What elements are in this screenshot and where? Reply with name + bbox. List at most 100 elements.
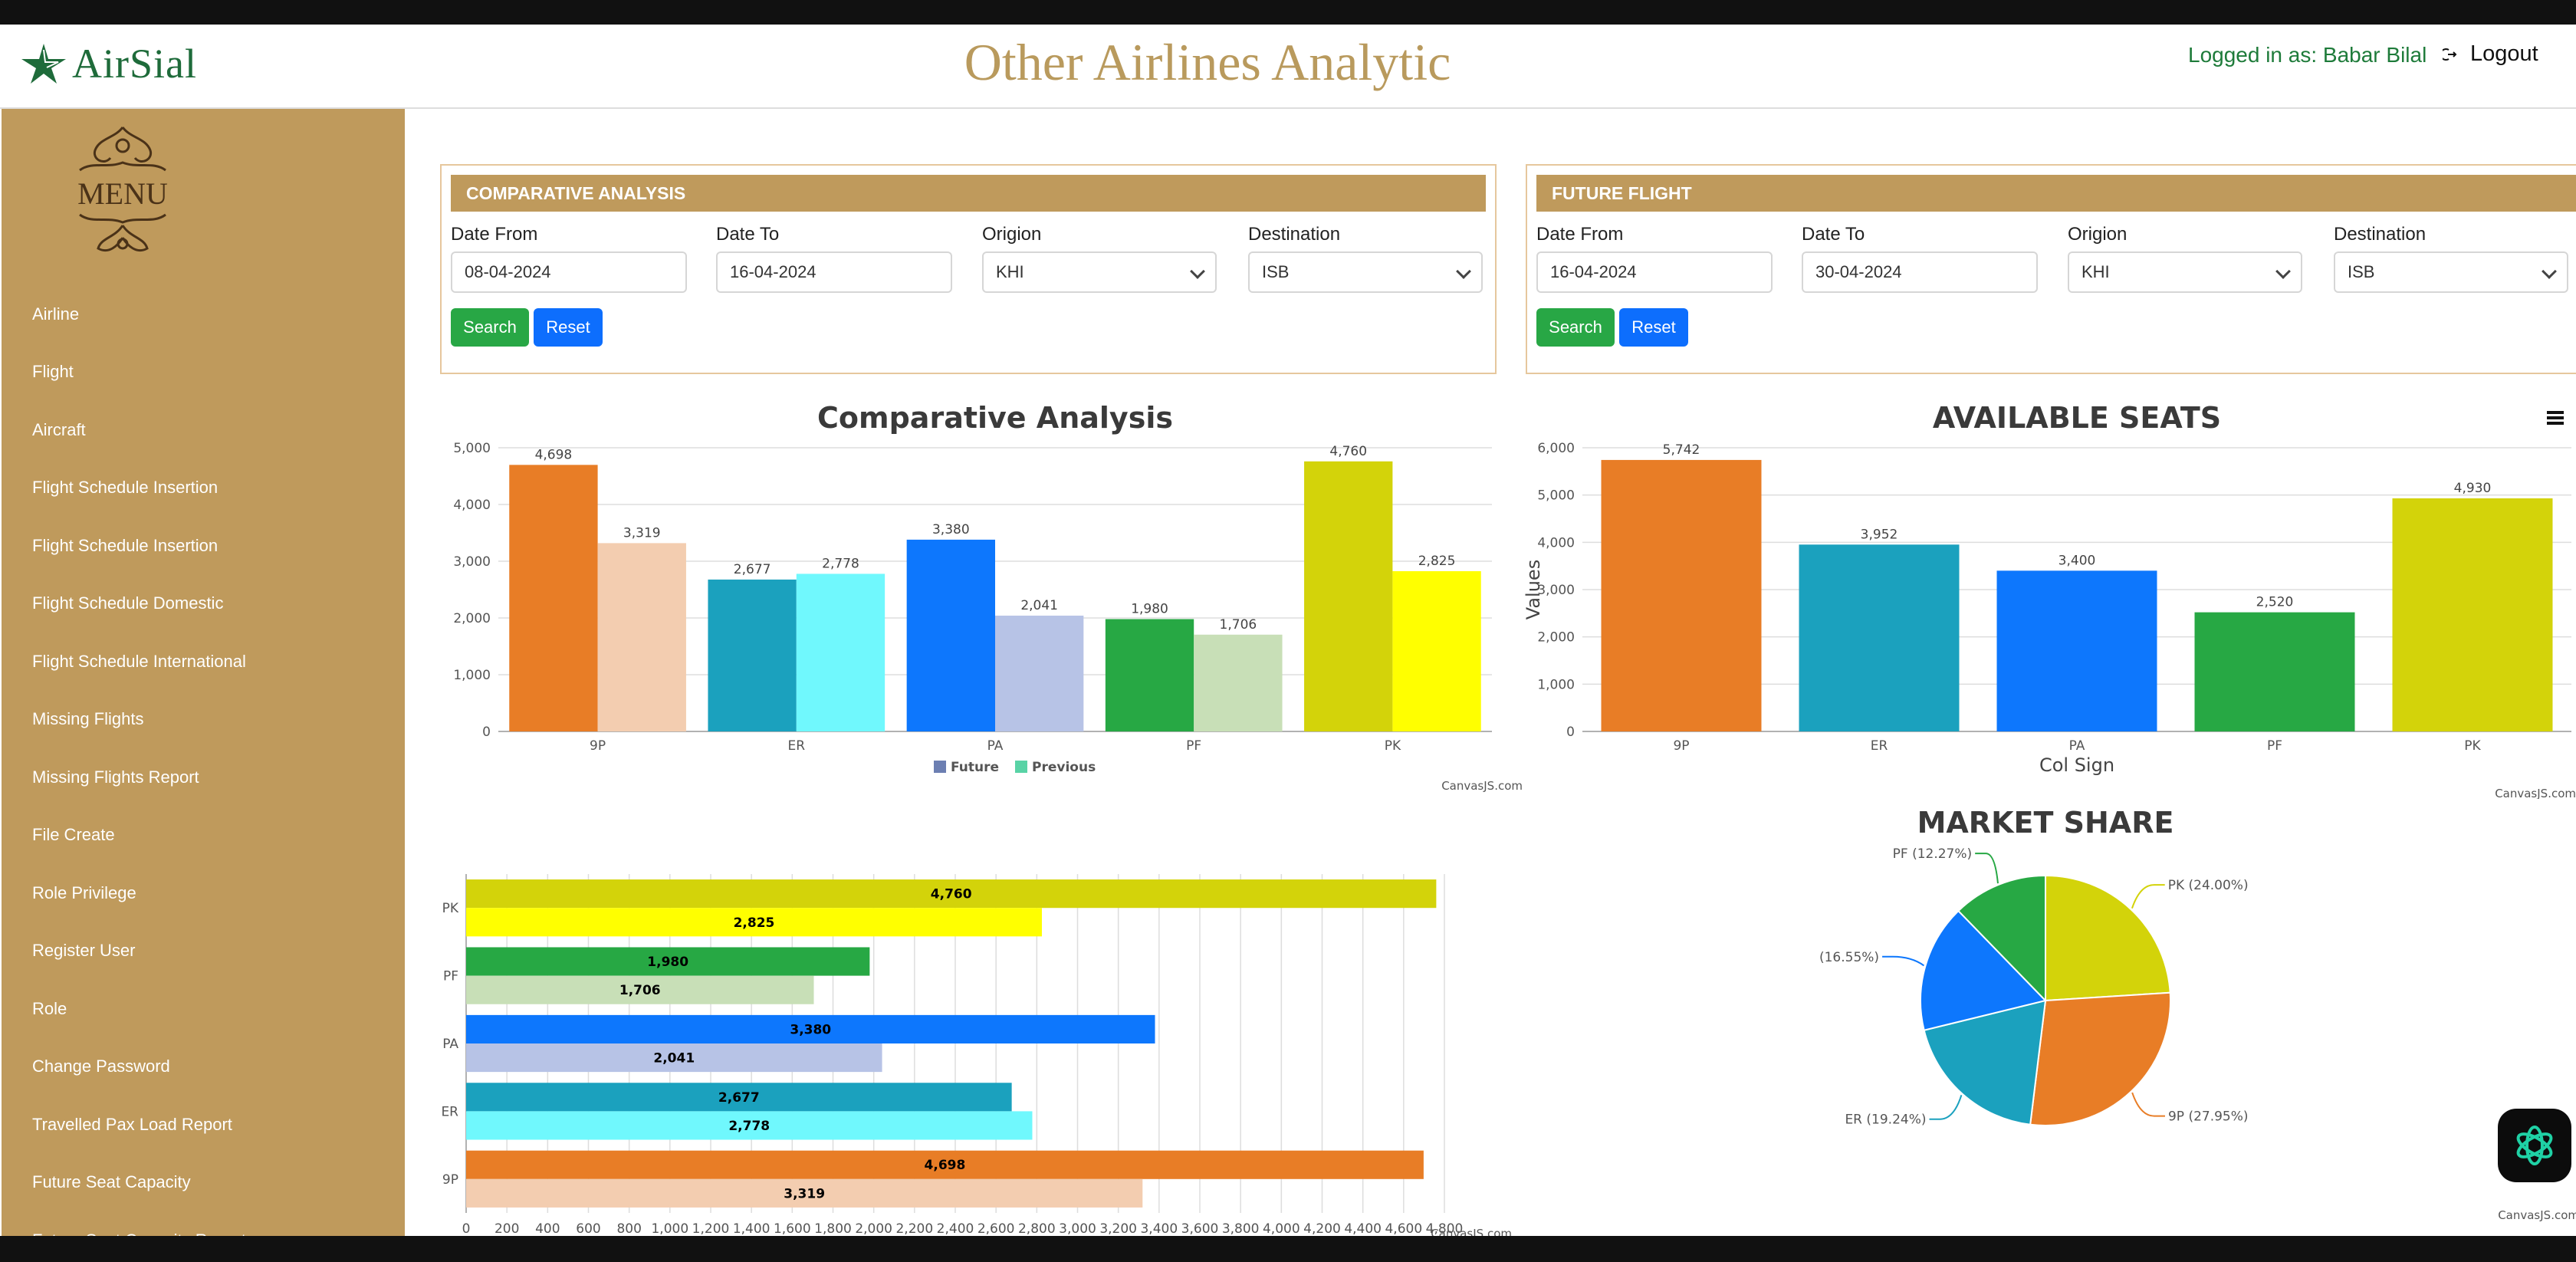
assistant-icon[interactable] bbox=[2498, 1109, 2571, 1182]
x-tick-label: 4,400 bbox=[1344, 1221, 1382, 1236]
data-label: 2,041 bbox=[653, 1051, 695, 1066]
chevron-down-icon bbox=[1190, 264, 1205, 279]
pie-leader-line bbox=[2131, 884, 2165, 909]
sidebar-item[interactable]: Travelled Pax Load Report bbox=[2, 1096, 405, 1154]
reset-button[interactable]: Reset bbox=[1619, 308, 1688, 347]
y-tick-label: PF bbox=[443, 969, 458, 984]
x-tick-label: PF bbox=[1186, 738, 1201, 754]
x-tick-label: 1,400 bbox=[733, 1221, 770, 1236]
data-label: 2,825 bbox=[1418, 554, 1456, 569]
y-tick-label: ER bbox=[441, 1104, 458, 1119]
data-label: 1,706 bbox=[1220, 617, 1257, 633]
x-tick-label: 1,000 bbox=[651, 1221, 688, 1236]
chart-title: MARKET SHARE bbox=[1917, 806, 2174, 840]
y-tick-label: 4,000 bbox=[453, 498, 491, 513]
date-to-input[interactable]: 16-04-2024 bbox=[716, 251, 952, 293]
x-tick-label: 4,200 bbox=[1303, 1221, 1341, 1236]
origin-label: Origion bbox=[982, 224, 1042, 245]
x-tick-label: 2,000 bbox=[855, 1221, 892, 1236]
sidebar-item[interactable]: Flight Schedule Domestic bbox=[2, 575, 405, 633]
data-label: 4,760 bbox=[1329, 444, 1367, 459]
sidebar: MENU Airline Flight Aircraft Flight Schedul… bbox=[2, 109, 405, 1236]
chevron-down-icon bbox=[1456, 264, 1471, 279]
y-tick-label: PA bbox=[442, 1037, 458, 1052]
sidebar-item[interactable]: Missing Flights Report bbox=[2, 748, 405, 807]
credit-label: CanvasJS.com bbox=[1441, 779, 1523, 793]
data-label: 3,380 bbox=[932, 522, 970, 537]
data-label: 4,698 bbox=[925, 1158, 966, 1173]
sidebar-item[interactable]: Role Privilege bbox=[2, 864, 405, 922]
search-button[interactable]: Search bbox=[1536, 308, 1615, 347]
sidebar-item[interactable]: Future Seat Capacity bbox=[2, 1154, 405, 1212]
chevron-down-icon bbox=[2275, 264, 2291, 279]
bar-future bbox=[708, 579, 797, 731]
data-label: 4,760 bbox=[931, 887, 972, 902]
data-label: 3,319 bbox=[623, 525, 661, 541]
sidebar-item[interactable]: Missing Flights bbox=[2, 691, 405, 749]
y-tick-label: PK bbox=[442, 901, 459, 916]
chart-title: Comparative Analysis bbox=[817, 401, 1173, 435]
x-tick-label: 2,200 bbox=[895, 1221, 933, 1236]
chart-title: AVAILABLE SEATS bbox=[1933, 401, 2221, 435]
sidebar-item[interactable]: Future Seat Capacity Report bbox=[2, 1211, 405, 1236]
search-button[interactable]: Search bbox=[451, 308, 529, 347]
page: AirSial Other Airlines Analytic Logged i… bbox=[0, 25, 2576, 1236]
data-label: 2,778 bbox=[822, 556, 859, 571]
pie-leader-line bbox=[1882, 955, 1925, 967]
origin-select[interactable]: KHI bbox=[2068, 251, 2302, 293]
date-to-input[interactable]: 30-04-2024 bbox=[1802, 251, 2038, 293]
bar-previous bbox=[597, 543, 686, 731]
date-from-label: Date From bbox=[1536, 224, 1624, 245]
market-share-chart: MARKET SHARE PK (24.00%) 9P (27.95%) ER (19… bbox=[1815, 784, 2576, 1236]
bar-future bbox=[1304, 461, 1393, 731]
x-tick-label: PK bbox=[2464, 738, 2481, 754]
pie-slice-label: PA (16.55%) bbox=[1815, 950, 1879, 965]
sidebar-menu: Airline Flight Aircraft Flight Schedule Ins… bbox=[2, 285, 405, 1236]
reset-button[interactable]: Reset bbox=[534, 308, 603, 347]
credit-label: CanvasJS.com bbox=[2498, 1208, 2576, 1222]
x-tick-label: 0 bbox=[462, 1221, 471, 1236]
origin-select[interactable]: KHI bbox=[982, 251, 1217, 293]
destination-select[interactable]: ISB bbox=[2334, 251, 2568, 293]
x-tick-label: 2,800 bbox=[1018, 1221, 1056, 1236]
pie-slice-label: PF (12.27%) bbox=[1893, 846, 1973, 862]
date-from-input[interactable]: 16-04-2024 bbox=[1536, 251, 1773, 293]
destination-value: ISB bbox=[2348, 262, 2375, 281]
legend-label: Future bbox=[951, 760, 999, 775]
y-tick-label: 2,000 bbox=[1537, 630, 1575, 646]
pie-slice-pk bbox=[2045, 874, 2171, 1002]
sidebar-item[interactable]: Aircraft bbox=[2, 401, 405, 459]
origin-value: KHI bbox=[996, 262, 1024, 281]
horizontal-comparison-svg: 0 200 400 600 800 1,000 1,200 1,400 1,600 1,800 2,… bbox=[441, 874, 1512, 1236]
sidebar-item[interactable]: Airline bbox=[2, 285, 405, 343]
x-tick-label: PA bbox=[987, 738, 1004, 754]
date-from-input[interactable]: 08-04-2024 bbox=[451, 251, 687, 293]
data-label: 3,400 bbox=[2058, 553, 2096, 568]
sidebar-item[interactable]: Flight bbox=[2, 343, 405, 402]
sidebar-item[interactable]: Flight Schedule International bbox=[2, 633, 405, 691]
sidebar-item[interactable]: Flight Schedule Insertion bbox=[2, 517, 405, 575]
data-label: 3,380 bbox=[790, 1022, 831, 1037]
destination-select[interactable]: ISB bbox=[1248, 251, 1483, 293]
sidebar-item[interactable]: Role bbox=[2, 980, 405, 1038]
y-tick-label: 3,000 bbox=[453, 554, 491, 570]
panel-heading: COMPARATIVE ANALYSIS bbox=[451, 175, 1486, 212]
chart-menu-icon[interactable] bbox=[2547, 411, 2564, 425]
sidebar-item[interactable]: Flight Schedule Insertion bbox=[2, 459, 405, 518]
page-title: Other Airlines Analytic bbox=[964, 33, 1451, 91]
x-tick-label: ER bbox=[1871, 738, 1888, 754]
sidebar-item[interactable]: File Create bbox=[2, 807, 405, 865]
openai-knot-icon bbox=[2516, 1126, 2553, 1165]
sidebar-item[interactable]: Change Password bbox=[2, 1038, 405, 1096]
x-tick-label: 4,600 bbox=[1385, 1221, 1422, 1236]
logout-button[interactable]: Logout bbox=[2443, 41, 2538, 67]
bar-previous bbox=[796, 573, 886, 731]
destination-value: ISB bbox=[1262, 262, 1290, 281]
top-header: AirSial Other Airlines Analytic Logged i… bbox=[0, 25, 2576, 109]
legend-swatch bbox=[934, 761, 946, 773]
date-from-label: Date From bbox=[451, 224, 538, 245]
x-tick-label: PA bbox=[2069, 738, 2085, 754]
sidebar-item[interactable]: Register User bbox=[2, 922, 405, 981]
x-tick-label: 1,200 bbox=[692, 1221, 730, 1236]
comparative-analysis-svg: Comparative Analysis 0 1,000 2,000 3,000 4,00… bbox=[453, 401, 1523, 793]
